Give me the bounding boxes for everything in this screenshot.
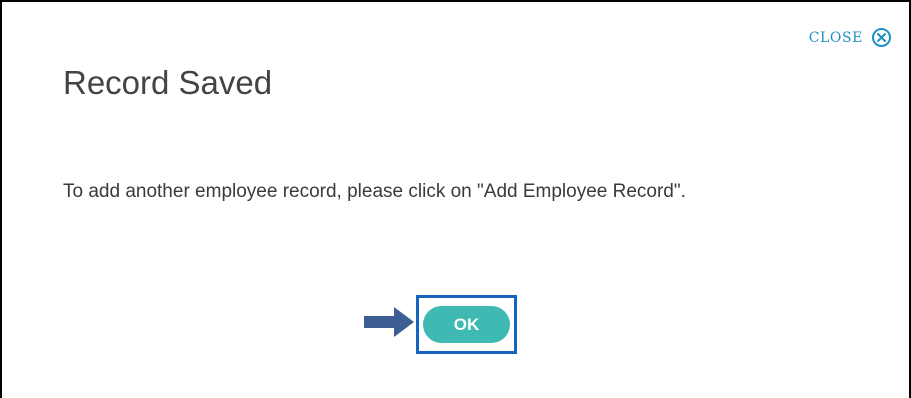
close-label: CLOSE (808, 29, 863, 46)
close-button[interactable]: CLOSE (809, 28, 891, 47)
dialog-title: Record Saved (63, 64, 273, 101)
right-arrow-icon (364, 307, 414, 337)
ok-button-highlight: OK (416, 295, 517, 354)
record-saved-dialog: CLOSE Record Saved To add another employ… (0, 0, 911, 398)
ok-button[interactable]: OK (423, 306, 510, 343)
dialog-message: To add another employee record, please c… (63, 181, 686, 202)
close-icon[interactable] (872, 28, 891, 47)
